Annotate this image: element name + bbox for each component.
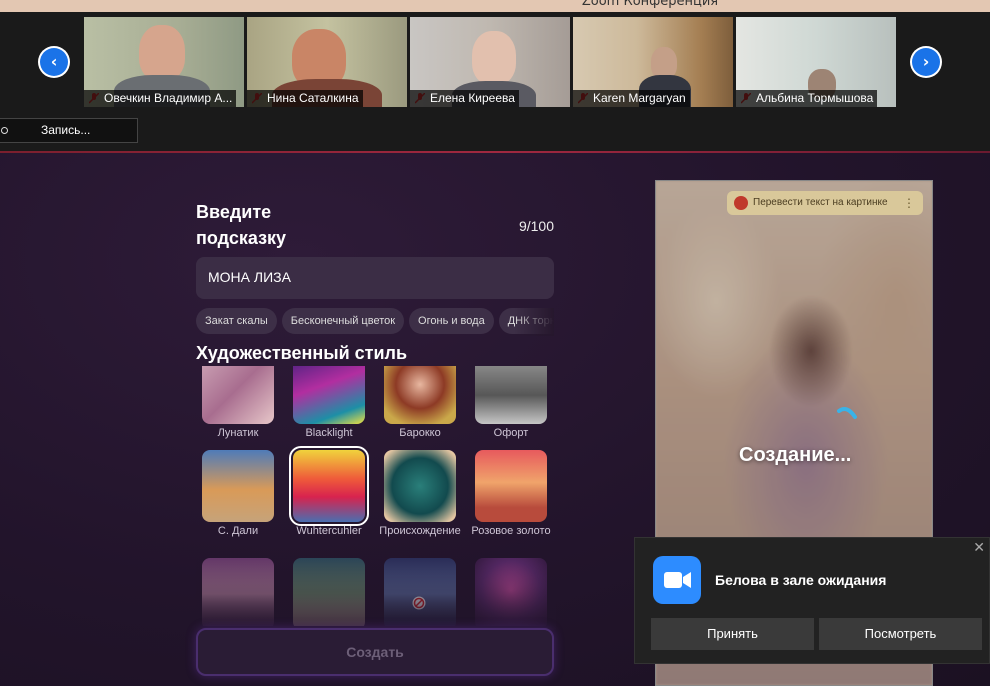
style-thumbnail <box>202 366 274 424</box>
suggestion-chip[interactable]: Бесконечный цветок <box>281 308 405 334</box>
style-name: Офорт <box>493 427 529 439</box>
participant-name: Альбина Тормышова <box>736 90 878 107</box>
style-thumbnail <box>289 446 369 526</box>
loading-spinner-icon <box>837 407 857 419</box>
recording-indicator[interactable]: Запись... <box>0 118 138 143</box>
style-item[interactable] <box>378 558 462 626</box>
record-icon <box>1 127 8 134</box>
participant-name: Елена Киреева <box>410 90 519 107</box>
translate-image-text-button[interactable]: Перевести текст на картинке ⋮ <box>727 191 923 215</box>
art-style-title: Художественный стиль <box>196 343 408 363</box>
style-item[interactable] <box>469 558 553 626</box>
participant-strip: ‹ Овечкин Владимир А... Нина Саталкина Е… <box>0 12 990 150</box>
premium-lock-icon <box>412 596 426 610</box>
participant-tile[interactable]: Нина Саталкина <box>247 17 407 107</box>
notification-message: Белова в зале ожидания <box>715 572 887 588</box>
style-item-dali[interactable]: С. Дали <box>196 450 280 537</box>
participant-name: Нина Саталкина <box>247 90 363 107</box>
waiting-room-notification: Белова в зале ожидания ✕ Принять Посмотр… <box>634 537 990 664</box>
style-thumbnail <box>384 558 456 626</box>
participant-tile[interactable]: Овечкин Владимир А... <box>84 17 244 107</box>
suggestion-chip[interactable]: Закат скалы <box>196 308 277 334</box>
participant-name: Овечкин Владимир А... <box>84 90 237 107</box>
style-thumbnail <box>293 558 365 626</box>
style-thumbnail <box>384 450 456 522</box>
style-item[interactable] <box>287 558 371 626</box>
style-thumbnail <box>202 558 274 626</box>
style-name: Розовое золото <box>471 525 551 537</box>
style-grid: Лунатик Blacklight Барокко Офорт С. Дали <box>196 366 556 626</box>
style-thumbnail <box>475 450 547 522</box>
prompt-input[interactable]: МОНА ЛИЗА <box>196 257 554 299</box>
recording-label: Запись... <box>41 123 91 137</box>
style-thumbnail <box>475 558 547 626</box>
style-item-baroque[interactable]: Барокко <box>378 366 462 439</box>
accept-button[interactable]: Принять <box>651 618 814 650</box>
view-button[interactable]: Посмотреть <box>819 618 982 650</box>
translate-icon <box>734 196 748 210</box>
participant-tile[interactable]: Альбина Тормышова <box>736 17 896 107</box>
style-thumbnail <box>202 450 274 522</box>
window-title: Zoom Конференция <box>581 0 719 9</box>
prompt-title: Введите подсказку <box>196 202 287 248</box>
style-item[interactable] <box>196 558 280 626</box>
chevron-left-icon: ‹ <box>40 48 68 76</box>
zoom-camera-icon <box>653 556 701 604</box>
chevron-right-icon: › <box>912 48 940 76</box>
chips-fade <box>514 308 554 336</box>
window-title-bar: Zoom Конференция <box>0 0 990 12</box>
create-button[interactable]: Создать <box>196 628 554 676</box>
next-page-button[interactable]: › <box>910 46 942 78</box>
style-name: С. Дали <box>217 525 259 537</box>
style-item-origin[interactable]: Происхождение <box>378 450 462 537</box>
close-icon[interactable]: ✕ <box>973 540 985 556</box>
translate-label: Перевести текст на картинке <box>753 197 888 208</box>
style-name: Лунатик <box>217 427 259 439</box>
style-name: Wuhtercuhler <box>296 525 362 537</box>
prev-page-button[interactable]: ‹ <box>38 46 70 78</box>
style-thumbnail <box>293 366 365 424</box>
suggestion-chip[interactable]: Огонь и вода <box>409 308 494 334</box>
participant-name: Karen Margaryan <box>573 90 690 107</box>
style-thumbnail <box>475 366 547 424</box>
style-item-lunatic[interactable]: Лунатик <box>196 366 280 439</box>
char-counter: 9/100 <box>518 218 554 234</box>
style-item-blacklight[interactable]: Blacklight <box>287 366 371 439</box>
style-name: Барокко <box>399 427 441 439</box>
style-item-wuhtercuhler[interactable]: Wuhtercuhler <box>287 446 371 537</box>
style-name: Происхождение <box>379 525 461 537</box>
style-item-etching[interactable]: Офорт <box>469 366 553 439</box>
suggestion-chips: Закат скалы Бесконечный цветок Огонь и вод… <box>196 308 554 336</box>
participant-tile[interactable]: Karen Margaryan <box>573 17 733 107</box>
participant-tile[interactable]: Елена Киреева <box>410 17 570 107</box>
style-name: Blacklight <box>305 427 353 439</box>
more-options-icon[interactable]: ⋮ <box>903 191 915 215</box>
style-thumbnail <box>384 366 456 424</box>
style-item-rose-gold[interactable]: Розовое золото <box>469 450 553 537</box>
creating-status: Создание... <box>739 444 852 466</box>
